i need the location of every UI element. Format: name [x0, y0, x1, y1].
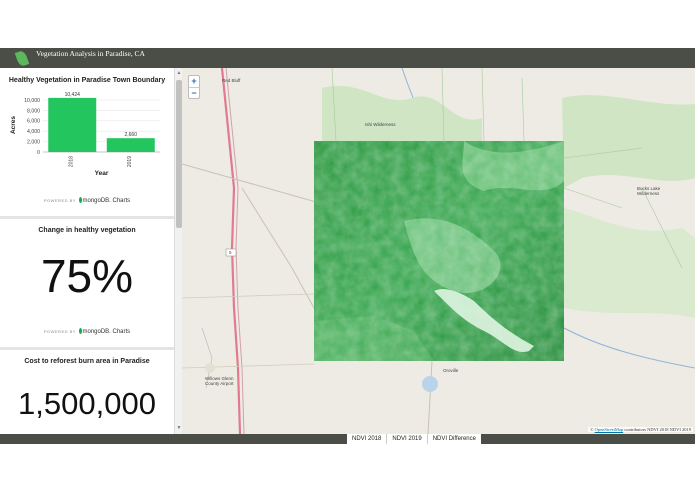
attribution-text: contributors NDVI 2018 NDVI 2019	[624, 427, 691, 432]
zoom-out-button[interactable]: −	[189, 87, 199, 98]
ndvi-raster-overlay	[314, 141, 564, 361]
sidebar: Healthy Vegetation in Paradise Town Boun…	[0, 68, 182, 434]
map-label-red-bluff: Red Bluff	[222, 78, 241, 83]
powered-by-mongodb: POWERED BY mongoDB. Charts	[0, 197, 174, 204]
mongodb-brand: mongoDB.	[82, 198, 111, 204]
y-tick-label: 6,000	[27, 119, 40, 125]
y-tick-label: 4,000	[27, 129, 40, 135]
change-panel: Change in healthy vegetation 75% POWERED…	[0, 219, 174, 347]
bar-2018	[48, 97, 97, 152]
app-title: Vegetation Analysis in Paradise, CA	[36, 49, 145, 58]
chart-title: Healthy Vegetation in Paradise Town Boun…	[8, 77, 166, 84]
layer-ndvi-2018-button[interactable]: NDVI 2018	[347, 434, 388, 444]
cost-title: Cost to reforest burn area in Paradise	[24, 358, 150, 365]
map-view[interactable]: Red Bluff Ishi Wilderness Bucks Lake Wil…	[182, 68, 695, 434]
copyright-symbol: ©	[590, 427, 594, 432]
charts-label: Charts	[112, 198, 131, 204]
map-label-ishi: Ishi Wilderness	[365, 122, 396, 127]
charts-label: Charts	[112, 329, 131, 335]
change-title: Change in healthy vegetation	[38, 227, 136, 234]
map-attribution: © OpenStreetMap contributors NDVI 2018 N…	[588, 427, 693, 432]
map-label-oroville: Oroville	[443, 368, 459, 373]
powered-by-mongodb: POWERED BY mongoDB. Charts	[0, 328, 174, 335]
y-tick-label: 2,000	[27, 139, 40, 145]
powered-by-label: POWERED BY	[43, 329, 76, 334]
change-value: 75%	[40, 250, 134, 302]
powered-by-label: POWERED BY	[43, 198, 76, 203]
bar-data-label: 2,660	[124, 132, 137, 138]
mongodb-brand: mongoDB.	[82, 329, 111, 335]
chart-panel: Healthy Vegetation in Paradise Town Boun…	[0, 68, 174, 216]
sidebar-scrollbar[interactable]: ▲ ▼	[174, 68, 182, 434]
cost-value: 1,500,000	[18, 386, 156, 421]
x-tick-label: 2019	[127, 156, 133, 167]
y-tick-label: 10,000	[24, 98, 40, 104]
bar-chart: 0 2,000 4,000 6,000 8,000 10,000 10,424 2018 2,6…	[10, 92, 160, 177]
x-axis-title: Year	[95, 170, 109, 177]
layer-ndvi-2019-button[interactable]: NDVI 2019	[387, 434, 428, 444]
map-label-willows: Willows Glenn County Airport	[205, 376, 234, 386]
bar-2019	[106, 138, 155, 152]
mongodb-leaf-icon	[78, 197, 82, 203]
layer-switcher: NDVI 2018 NDVI 2019 NDVI Difference	[347, 434, 481, 444]
zoom-in-button[interactable]: +	[189, 76, 199, 87]
bar-data-label: 10,424	[65, 92, 81, 98]
zoom-control: + −	[188, 75, 200, 99]
map-label-route-5: 5	[229, 250, 232, 255]
map-label-bucks-lake: Bucks Lake Wilderness	[637, 186, 661, 196]
y-axis-title: Acres	[10, 116, 17, 134]
cost-panel: Cost to reforest burn area in Paradise 1…	[0, 350, 174, 434]
y-tick-label: 8,000	[27, 108, 40, 114]
mongodb-leaf-icon	[78, 328, 82, 334]
y-tick-label: 0	[37, 150, 40, 156]
osm-link[interactable]: OpenStreetMap	[595, 427, 624, 432]
layer-ndvi-difference-button[interactable]: NDVI Difference	[428, 434, 481, 444]
x-tick-label: 2018	[68, 156, 74, 167]
